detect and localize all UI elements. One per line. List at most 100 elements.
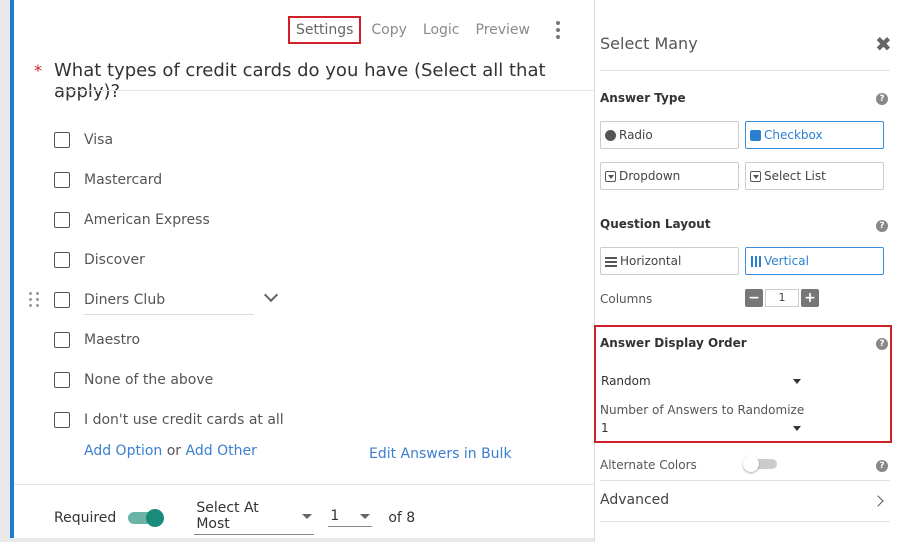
list-item: Mastercard bbox=[54, 160, 284, 200]
list-item: Discover bbox=[54, 240, 284, 280]
layout-horizontal-button[interactable]: Horizontal bbox=[600, 247, 739, 275]
caret-down-icon bbox=[793, 378, 801, 384]
help-icon[interactable]: ? bbox=[876, 338, 888, 350]
checkbox[interactable] bbox=[54, 412, 70, 428]
option-label[interactable]: Visa bbox=[84, 132, 113, 148]
panel-title: Select Many bbox=[600, 34, 698, 53]
settings-panel: Select Many ✖ Answer Type ? Radio Checkb… bbox=[594, 0, 898, 542]
checkbox-label: Checkbox bbox=[764, 128, 823, 142]
list-item: American Express bbox=[54, 200, 284, 240]
alternate-colors-toggle[interactable] bbox=[743, 456, 777, 472]
checkbox-icon bbox=[750, 129, 761, 141]
help-icon[interactable]: ? bbox=[876, 93, 888, 105]
dropdown-label: Dropdown bbox=[619, 169, 681, 183]
layout-vertical-button[interactable]: Vertical bbox=[745, 247, 884, 275]
logic-tab[interactable]: Logic bbox=[415, 16, 468, 44]
footer-divider bbox=[14, 484, 594, 485]
chevron-right-icon bbox=[872, 495, 884, 507]
select-list-label: Select List bbox=[764, 169, 826, 183]
select-count-dropdown[interactable]: 1 bbox=[328, 508, 373, 527]
or-text: or bbox=[166, 443, 182, 459]
checkbox[interactable] bbox=[54, 332, 70, 348]
option-label[interactable]: Maestro bbox=[84, 332, 140, 348]
help-icon[interactable]: ? bbox=[876, 220, 888, 232]
question-title[interactable]: What types of credit cards do you have (… bbox=[54, 60, 594, 102]
list-item: Maestro bbox=[54, 320, 284, 360]
randomize-value: 1 bbox=[601, 421, 609, 435]
list-item: Visa bbox=[54, 120, 284, 160]
settings-tab[interactable]: Settings bbox=[287, 16, 362, 44]
display-order-label: Answer Display Order bbox=[600, 336, 747, 350]
chevron-down-icon[interactable] bbox=[263, 287, 279, 303]
question-toolbar: Settings Copy Logic Preview bbox=[287, 16, 564, 44]
advanced-label: Advanced bbox=[600, 492, 670, 508]
edit-answers-bulk-link[interactable]: Edit Answers in Bulk bbox=[369, 446, 512, 462]
select-list-icon bbox=[750, 170, 761, 182]
panel-divider bbox=[600, 70, 890, 71]
of-total-label: of 8 bbox=[388, 509, 416, 526]
option-label[interactable]: Discover bbox=[84, 252, 145, 268]
caret-down-icon bbox=[793, 425, 801, 431]
answer-type-dropdown-button[interactable]: Dropdown bbox=[600, 162, 739, 190]
option-label[interactable]: Diners Club bbox=[84, 292, 254, 315]
checkbox[interactable] bbox=[54, 252, 70, 268]
option-label[interactable]: I don't use credit cards at all bbox=[84, 412, 284, 428]
caret-down-icon bbox=[360, 513, 371, 519]
checkbox[interactable] bbox=[54, 132, 70, 148]
question-title-row: * What types of credit cards do you have… bbox=[34, 60, 594, 102]
drag-handle-icon[interactable] bbox=[29, 292, 40, 307]
answer-type-select-list-button[interactable]: Select List bbox=[745, 162, 884, 190]
columns-value[interactable]: 1 bbox=[765, 289, 799, 307]
option-label[interactable]: Mastercard bbox=[84, 172, 162, 188]
close-icon[interactable]: ✖ bbox=[875, 34, 892, 54]
vertical-layout-icon bbox=[750, 255, 761, 267]
question-card: Settings Copy Logic Preview * What types… bbox=[10, 0, 598, 538]
columns-label: Columns bbox=[600, 292, 653, 306]
horizontal-label: Horizontal bbox=[620, 254, 682, 268]
add-option-row: Add Option or Add Other bbox=[84, 443, 257, 459]
answer-type-checkbox-button[interactable]: Checkbox bbox=[745, 121, 884, 149]
answer-type-label: Answer Type bbox=[600, 91, 686, 105]
title-underline bbox=[54, 90, 598, 91]
checkbox[interactable] bbox=[54, 372, 70, 388]
add-option-link[interactable]: Add Option bbox=[84, 443, 162, 459]
panel-divider bbox=[600, 480, 890, 481]
display-order-dropdown[interactable]: Random bbox=[601, 374, 801, 388]
alternate-colors-label: Alternate Colors bbox=[600, 458, 697, 472]
copy-tab[interactable]: Copy bbox=[363, 16, 415, 44]
list-item: I don't use credit cards at all bbox=[54, 400, 284, 440]
horizontal-layout-icon bbox=[605, 256, 617, 267]
panel-divider bbox=[600, 521, 890, 522]
advanced-section-toggle[interactable]: Advanced bbox=[600, 492, 890, 508]
checkbox[interactable] bbox=[54, 212, 70, 228]
preview-tab[interactable]: Preview bbox=[468, 16, 539, 44]
select-mode-dropdown[interactable]: Select At Most bbox=[194, 500, 315, 535]
answer-type-radio-button[interactable]: Radio bbox=[600, 121, 739, 149]
more-options-icon[interactable] bbox=[552, 17, 564, 43]
increment-button[interactable]: + bbox=[801, 289, 819, 307]
radio-label: Radio bbox=[619, 128, 653, 142]
checkbox[interactable] bbox=[54, 292, 70, 308]
answer-options-list: Visa Mastercard American Express Discove… bbox=[29, 120, 284, 440]
list-item-active: Diners Club bbox=[29, 280, 284, 320]
question-footer: Required Select At Most 1 of 8 bbox=[54, 500, 415, 535]
list-item: None of the above bbox=[54, 360, 284, 400]
option-label[interactable]: None of the above bbox=[84, 372, 213, 388]
required-asterisk: * bbox=[34, 61, 42, 80]
help-icon[interactable]: ? bbox=[876, 460, 888, 472]
decrement-button[interactable]: − bbox=[745, 289, 763, 307]
select-count-value: 1 bbox=[330, 508, 340, 524]
display-order-value: Random bbox=[601, 374, 651, 388]
radio-check-icon bbox=[605, 129, 616, 141]
checkbox[interactable] bbox=[54, 172, 70, 188]
vertical-label: Vertical bbox=[764, 254, 809, 268]
randomize-count-dropdown[interactable]: 1 bbox=[601, 421, 801, 435]
columns-stepper: − 1 + bbox=[745, 289, 819, 307]
required-toggle[interactable] bbox=[128, 508, 165, 527]
add-other-link[interactable]: Add Other bbox=[186, 443, 257, 459]
question-layout-label: Question Layout bbox=[600, 217, 711, 231]
dropdown-icon bbox=[605, 170, 616, 182]
option-label[interactable]: American Express bbox=[84, 212, 210, 228]
caret-down-icon bbox=[302, 513, 313, 519]
select-mode-value: Select At Most bbox=[196, 500, 259, 532]
